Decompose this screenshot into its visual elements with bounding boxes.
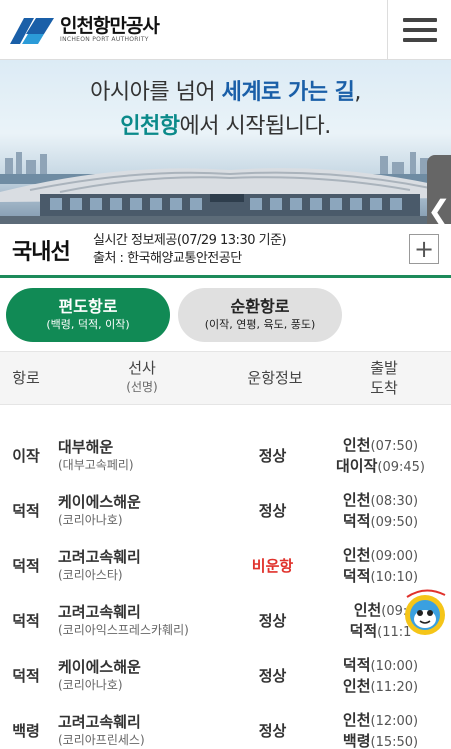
carrier-name: 고려고속훼리 <box>58 547 141 566</box>
column-header-time: 출발 도착 <box>370 359 398 397</box>
route-cell: 백령 <box>12 722 40 740</box>
expand-plus-icon[interactable]: + <box>409 234 439 264</box>
arrival-port: 덕적 <box>342 566 371 585</box>
departure-port: 인천 <box>353 600 382 619</box>
route-cell: 덕적 <box>12 502 40 520</box>
arrival-port: 대이작 <box>335 456 378 475</box>
table-row: 덕적 케이에스해운 (코리아나호) 정상 인천(08:30) 덕적(09:50) <box>0 483 451 538</box>
ipa-logo-mark-icon <box>10 18 54 44</box>
site-header: 인천항만공사 INCHEON PORT AUTHORITY <box>0 0 451 60</box>
table-row: 이작 대부해운 (대부고속페리) 정상 인천(07:50) 대이작(09:45) <box>0 428 451 483</box>
ship-name: (대부고속페리) <box>58 457 134 472</box>
arrival-time: (09:50) <box>370 514 419 530</box>
carrier-name: 고려고속훼리 <box>58 712 141 731</box>
arrival-time: (10:10) <box>370 569 419 585</box>
arrival-port: 덕적 <box>342 511 371 530</box>
column-header-status: 운항정보 <box>247 369 303 387</box>
ferry-schedule-table: 이작 대부해운 (대부고속페리) 정상 인천(07:50) 대이작(09:45)… <box>0 428 451 749</box>
time-cell: 인천(08:30) 덕적(09:50) <box>328 483 433 538</box>
tab-circular-routes[interactable]: 순환항로 (이작, 연평, 육도, 풍도) <box>178 288 342 342</box>
banner-side-tab[interactable]: ❮ <box>427 155 451 224</box>
banner-headline-2: 인천항에서 시작됩니다. <box>120 114 331 139</box>
route-type-toggle: 편도항로 (백령, 덕적, 이작) 순환항로 (이작, 연평, 육도, 풍도) <box>0 281 451 351</box>
departure-time: (10:00) <box>370 658 419 674</box>
tab-sublabel: (백령, 덕적, 이작) <box>46 318 130 331</box>
carrier-cell: 고려고속훼리 (코리아익스프레스카훼리) <box>58 593 189 648</box>
status-cell: 정상 <box>258 722 287 740</box>
table-row: 백령 고려고속훼리 (코리아프린세스) 정상 인천(12:00) 백령(15:5… <box>0 703 451 749</box>
ship-name: (코리아프린세스) <box>58 732 145 747</box>
time-cell: 인천(07:50) 대이작(09:45) <box>328 428 433 483</box>
logo-title: 인천항만공사 <box>60 15 160 37</box>
departure-port: 덕적 <box>342 655 371 674</box>
ship-name: (코리아나호) <box>58 512 123 527</box>
table-row: 덕적 케이에스해운 (코리아나호) 정상 덕적(10:00) 인천(11:20) <box>0 648 451 703</box>
column-header-route: 항로 <box>12 369 40 387</box>
departure-port: 인천 <box>342 490 371 509</box>
carrier-name: 대부해운 <box>58 437 114 456</box>
site-logo[interactable]: 인천항만공사 INCHEON PORT AUTHORITY <box>10 10 160 50</box>
hero-banner: 아시아를 넘어 세계로 가는 길, 인천항에서 시작됩니다. ❮ <box>0 60 451 224</box>
banner-headline-1: 아시아를 넘어 세계로 가는 길, <box>90 80 361 105</box>
time-cell: 덕적(10:00) 인천(11:20) <box>328 648 433 703</box>
tab-sublabel: (이작, 연평, 육도, 풍도) <box>204 318 316 331</box>
route-cell: 덕적 <box>12 557 40 575</box>
realtime-info: 실시간 정보제공(07/29 13:30 기준) 출처 : 한국해양교통안전공단 <box>93 232 287 268</box>
table-row: 덕적 고려고속훼리 (코리아스타) 비운항 인천(09:00) 덕적(10:10… <box>0 538 451 593</box>
arrival-port: 백령 <box>342 731 371 749</box>
carrier-name: 케이에스해운 <box>58 657 141 676</box>
time-cell: 인천(12:00) 백령(15:50) <box>328 703 433 749</box>
route-cell: 덕적 <box>12 612 40 630</box>
arrival-time: (11:20) <box>370 679 419 695</box>
domestic-section-header: 국내선 실시간 정보제공(07/29 13:30 기준) 출처 : 한국해양교통… <box>0 224 451 278</box>
status-cell: 정상 <box>258 667 287 685</box>
status-cell: 정상 <box>258 612 287 630</box>
arrival-port: 인천 <box>342 676 371 695</box>
status-cell: 정상 <box>258 502 287 520</box>
departure-port: 인천 <box>342 435 371 454</box>
carrier-cell: 케이에스해운 (코리아나호) <box>58 648 141 703</box>
arrival-time: (15:50) <box>370 734 419 749</box>
hamburger-icon[interactable] <box>387 0 451 60</box>
column-header-carrier: 선사 (선명) <box>126 359 158 394</box>
ship-name: (코리아스타) <box>58 567 123 582</box>
departure-time: (12:00) <box>370 713 419 729</box>
tab-one-way-routes[interactable]: 편도항로 (백령, 덕적, 이작) <box>6 288 170 342</box>
data-source: 출처 : 한국해양교통안전공단 <box>93 251 242 266</box>
departure-time: (09:00) <box>370 548 419 564</box>
tab-label: 편도항로 <box>58 297 118 316</box>
port-terminal-illustration <box>0 152 451 224</box>
status-cell: 비운항 <box>251 557 294 575</box>
logo-subtitle: INCHEON PORT AUTHORITY <box>60 36 149 43</box>
mascot-character-icon[interactable] <box>399 585 451 637</box>
departure-time: (07:50) <box>370 438 419 454</box>
route-cell: 덕적 <box>12 667 40 685</box>
departure-port: 인천 <box>342 545 371 564</box>
table-header: 항로 선사 (선명) 운항정보 출발 도착 <box>0 351 451 405</box>
arrival-time: (09:45) <box>377 459 425 475</box>
carrier-cell: 고려고속훼리 (코리아스타) <box>58 538 141 593</box>
section-title: 국내선 <box>12 240 71 265</box>
chevron-left-icon: ❮ <box>427 193 451 225</box>
tab-label: 순환항로 <box>230 297 290 316</box>
carrier-cell: 대부해운 (대부고속페리) <box>58 428 134 483</box>
ship-name: (코리아익스프레스카훼리) <box>58 622 189 637</box>
realtime-timestamp: 실시간 정보제공(07/29 13:30 기준) <box>93 233 287 248</box>
carrier-name: 케이에스해운 <box>58 492 141 511</box>
departure-time: (08:30) <box>370 493 419 509</box>
carrier-name: 고려고속훼리 <box>58 602 141 621</box>
ship-name: (코리아나호) <box>58 677 123 692</box>
status-cell: 정상 <box>258 447 287 465</box>
departure-port: 인천 <box>342 710 371 729</box>
arrival-port: 덕적 <box>349 621 378 640</box>
route-cell: 이작 <box>12 447 40 465</box>
carrier-cell: 고려고속훼리 (코리아프린세스) <box>58 703 145 749</box>
table-row: 덕적 고려고속훼리 (코리아익스프레스카훼리) 정상 인천(09: 덕적(11:… <box>0 593 451 648</box>
carrier-cell: 케이에스해운 (코리아나호) <box>58 483 141 538</box>
